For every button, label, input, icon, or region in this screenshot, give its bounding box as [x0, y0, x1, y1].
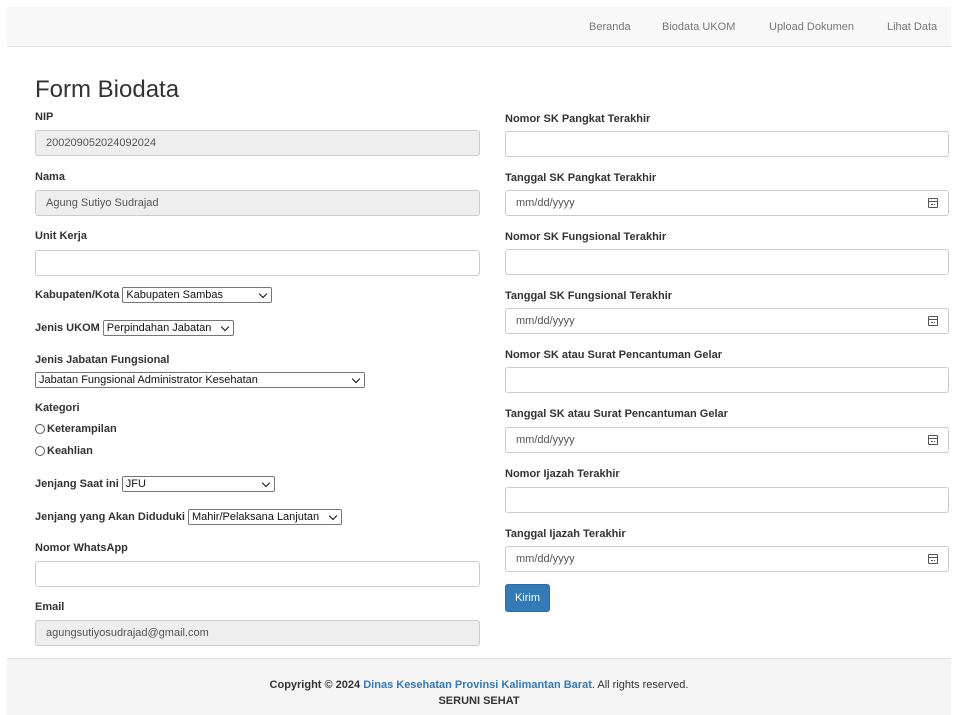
jenis-jabatan-selected: Jabatan Fungsional Administrator Kesehat…	[39, 374, 258, 386]
unit-kerja-field[interactable]	[35, 250, 480, 276]
radio-circle[interactable]	[35, 446, 45, 456]
nama-field: Agung Sutiyo Sudrajad	[35, 190, 480, 216]
jenis-ukom-label: Jenis UKOM	[35, 322, 100, 334]
kabupaten-selected: Kabupaten Sambas	[126, 289, 223, 301]
tgl-sk-fungsional-field[interactable]: mm/dd/yyyy	[505, 308, 949, 334]
footer-tagline: SERUNI SEHAT	[438, 695, 520, 707]
nav-lihat-data[interactable]: Lihat Data	[887, 21, 937, 33]
jenjang-saat-ini-selected: JFU	[125, 478, 146, 490]
rights-text: . All rights reserved.	[591, 679, 689, 691]
footer: Copyright © 2024 Dinas Kesehatan Provins…	[7, 658, 951, 715]
kabupaten-label: Kabupaten/Kota	[35, 289, 120, 301]
tgl-sk-gelar-field[interactable]: mm/dd/yyyy	[505, 427, 949, 453]
navbar: Beranda Biodata UKOM Upload Dokumen Liha…	[7, 7, 951, 47]
tgl-ijazah-label: Tanggal Ijazah Terakhir	[505, 528, 626, 540]
radio-keterampilan-label: Keterampilan	[47, 423, 117, 435]
nip-label: NIP	[35, 111, 54, 123]
jenjang-akan-selected: Mahir/Pelaksana Lanjutan	[191, 511, 320, 523]
nav-beranda[interactable]: Beranda	[589, 21, 631, 33]
tgl-sk-gelar-label: Tanggal SK atau Surat Pencantuman Gelar	[505, 408, 728, 420]
jenjang-saat-ini-select[interactable]: JFU	[121, 476, 275, 492]
calendar-icon[interactable]	[928, 435, 938, 445]
jenis-ukom-row: Jenis UKOM Perpindahan Jabatan	[35, 320, 234, 336]
date-placeholder: mm/dd/yyyy	[516, 197, 575, 209]
email-field: agungsutiyosudrajad@gmail.com	[35, 620, 480, 646]
calendar-icon[interactable]	[928, 316, 938, 326]
sk-gelar-field[interactable]	[505, 367, 949, 393]
radio-keahlian-label: Keahlian	[47, 445, 93, 457]
nav-biodata-ukom[interactable]: Biodata UKOM	[662, 21, 735, 33]
nip-field: 200209052024092024	[35, 130, 480, 156]
sk-gelar-label: Nomor SK atau Surat Pencantuman Gelar	[505, 349, 722, 361]
unit-kerja-label: Unit Kerja	[35, 230, 87, 242]
chevron-down-icon	[351, 374, 361, 384]
date-placeholder: mm/dd/yyyy	[516, 434, 575, 446]
sk-fungsional-field[interactable]	[505, 249, 949, 275]
jenjang-akan-select[interactable]: Mahir/Pelaksana Lanjutan	[187, 509, 342, 525]
whatsapp-field[interactable]	[35, 561, 480, 587]
tgl-sk-pangkat-label: Tanggal SK Pangkat Terakhir	[505, 172, 657, 184]
chevron-down-icon	[328, 511, 338, 521]
calendar-icon[interactable]	[928, 198, 938, 208]
radio-keahlian[interactable]: Keahlian	[35, 445, 93, 457]
jenjang-saat-ini-row: Jenjang Saat ini JFU	[35, 476, 275, 492]
jenjang-akan-label: Jenjang yang Akan Diduduki	[35, 511, 185, 523]
radio-circle[interactable]	[35, 424, 45, 434]
date-placeholder: mm/dd/yyyy	[516, 553, 575, 565]
sk-fungsional-label: Nomor SK Fungsional Terakhir	[505, 231, 667, 243]
radio-keterampilan[interactable]: Keterampilan	[35, 423, 117, 435]
jenis-ukom-selected: Perpindahan Jabatan	[106, 322, 212, 334]
tgl-sk-fungsional-label: Tanggal SK Fungsional Terakhir	[505, 290, 673, 302]
page-title: Form Biodata	[35, 76, 180, 103]
jenjang-akan-row: Jenjang yang Akan Diduduki Mahir/Pelaksa…	[35, 509, 342, 525]
ijazah-label: Nomor Ijazah Terakhir	[505, 468, 620, 480]
jenis-ukom-select[interactable]: Perpindahan Jabatan	[102, 320, 234, 336]
sk-pangkat-field[interactable]	[505, 131, 949, 157]
sk-pangkat-label: Nomor SK Pangkat Terakhir	[505, 113, 651, 125]
date-placeholder: mm/dd/yyyy	[516, 315, 575, 327]
whatsapp-label: Nomor WhatsApp	[35, 542, 128, 554]
chevron-down-icon	[259, 289, 268, 299]
jenjang-saat-ini-label: Jenjang Saat ini	[35, 478, 119, 490]
org-link[interactable]: Dinas Kesehatan Provinsi Kalimantan Bara…	[363, 679, 592, 691]
tgl-sk-pangkat-field[interactable]: mm/dd/yyyy	[505, 190, 949, 216]
jenis-jabatan-select[interactable]: Jabatan Fungsional Administrator Kesehat…	[35, 372, 365, 388]
calendar-icon[interactable]	[928, 554, 938, 564]
chevron-down-icon	[261, 478, 270, 488]
email-label: Email	[35, 601, 65, 613]
submit-button[interactable]: Kirim	[505, 584, 550, 612]
chevron-down-icon	[220, 322, 230, 332]
nama-label: Nama	[35, 171, 65, 183]
copyright-prefix: Copyright © 2024	[269, 679, 361, 691]
footer-copyright: Copyright © 2024 Dinas Kesehatan Provins…	[7, 679, 951, 691]
kategori-label: Kategori	[35, 402, 80, 414]
nav-upload-dokumen[interactable]: Upload Dokumen	[769, 21, 854, 33]
kabupaten-row: Kabupaten/Kota Kabupaten Sambas	[35, 287, 273, 303]
tgl-ijazah-field[interactable]: mm/dd/yyyy	[505, 546, 949, 572]
ijazah-field[interactable]	[505, 487, 949, 513]
kabupaten-select[interactable]: Kabupaten Sambas	[122, 287, 273, 303]
jenis-jabatan-label: Jenis Jabatan Fungsional	[35, 354, 170, 366]
